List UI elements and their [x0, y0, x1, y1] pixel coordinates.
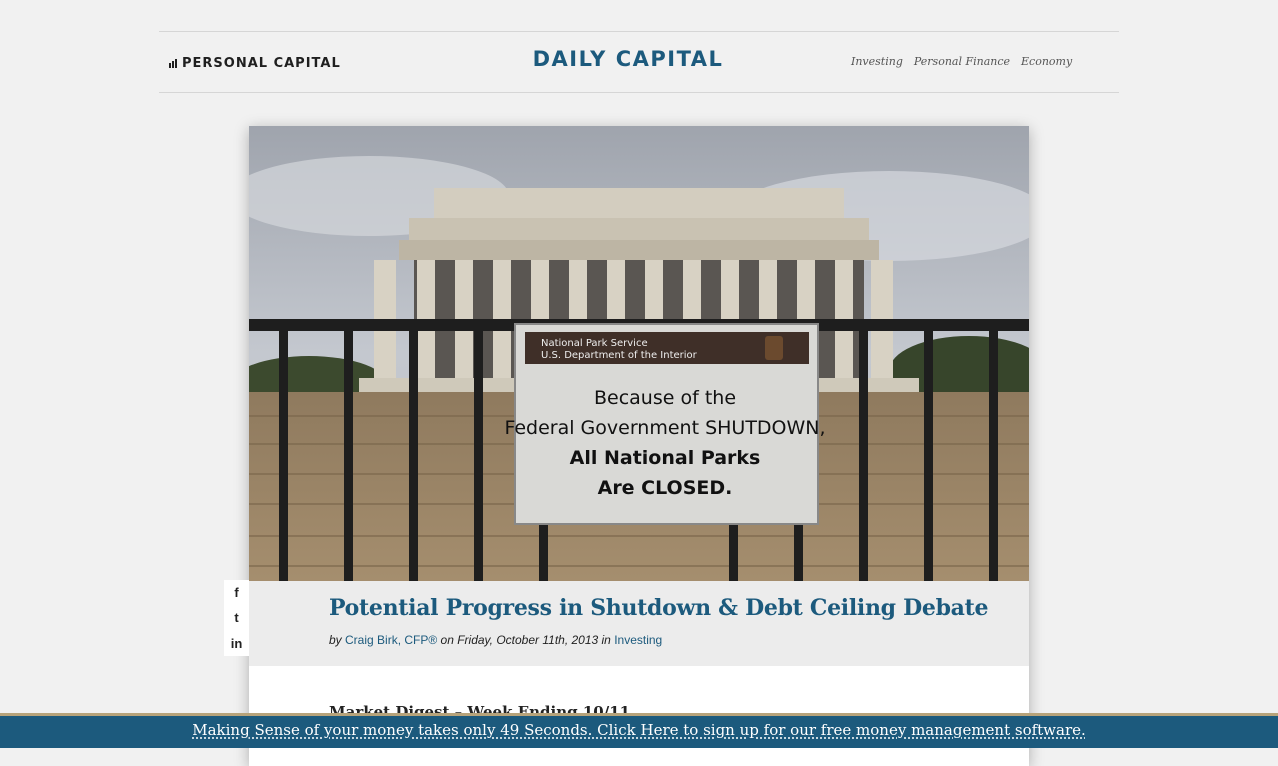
- header-top-divider: [159, 31, 1119, 32]
- site-title-link[interactable]: DAILY CAPITAL: [500, 47, 756, 71]
- signup-banner: Making Sense of your money takes only 49…: [0, 713, 1278, 748]
- sign-line4: Are CLOSED.: [598, 477, 733, 499]
- post-header: Potential Progress in Shutdown & Debt Ce…: [249, 581, 1029, 666]
- sign-agency-line2: U.S. Department of the Interior: [541, 350, 698, 361]
- article-card: National Park Service U.S. Department of…: [249, 126, 1029, 766]
- sign-line2: Federal Government SHUTDOWN,: [504, 417, 825, 439]
- byline-prefix: by: [329, 633, 346, 647]
- social-share-bar: f t in: [224, 580, 249, 656]
- twitter-icon[interactable]: t: [234, 611, 238, 624]
- signup-link[interactable]: Making Sense of your money takes only 49…: [192, 721, 1086, 739]
- hero-image: National Park Service U.S. Department of…: [249, 126, 1029, 581]
- byline-date: on Friday, October 11th, 2013 in: [437, 633, 615, 647]
- author-link[interactable]: Craig Birk, CFP®: [345, 633, 437, 647]
- bar-chart-icon: [169, 58, 177, 68]
- sign-line1: Because of the: [594, 387, 736, 409]
- linkedin-icon[interactable]: in: [231, 637, 243, 650]
- header-bottom-divider: [159, 92, 1119, 93]
- top-nav: Investing Personal Finance Economy: [851, 55, 1072, 68]
- nav-economy[interactable]: Economy: [1021, 55, 1072, 68]
- sign-line3: All National Parks: [570, 447, 761, 469]
- personal-capital-logo[interactable]: PERSONAL CAPITAL: [169, 54, 341, 72]
- category-link[interactable]: Investing: [614, 633, 662, 647]
- nav-personal-finance[interactable]: Personal Finance: [914, 55, 1010, 68]
- nps-arrowhead-icon: [765, 336, 783, 360]
- brand-name: PERSONAL CAPITAL: [182, 55, 341, 71]
- post-byline: by Craig Birk, CFP® on Friday, October 1…: [329, 633, 662, 647]
- nav-investing[interactable]: Investing: [851, 55, 903, 68]
- facebook-icon[interactable]: f: [234, 586, 238, 599]
- post-title[interactable]: Potential Progress in Shutdown & Debt Ce…: [329, 595, 988, 621]
- sign-agency-line1: National Park Service: [541, 338, 648, 349]
